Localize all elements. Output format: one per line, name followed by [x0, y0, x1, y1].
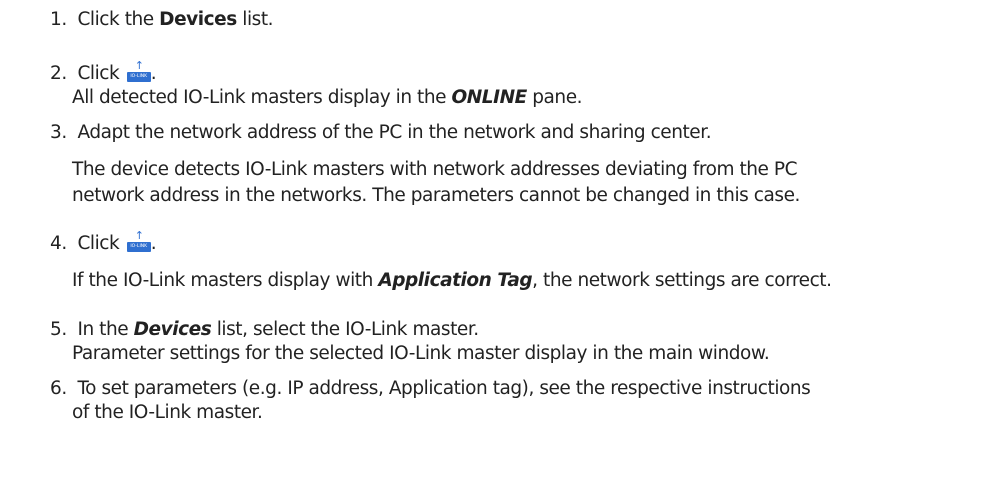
step-2: 2. Click ↑ IO-LINK. [50, 60, 157, 86]
instruction-document: 1. Click the Devices list. 2. Click ↑ IO-… [0, 0, 999, 480]
step-1: 1. Click the Devices list. [50, 8, 274, 32]
step-text: . [150, 63, 157, 84]
step-number: 5. [50, 319, 67, 340]
step-text: Click [77, 233, 125, 254]
step-number: 4. [50, 233, 67, 254]
step-text: Adapt the network address of the PC in t… [77, 122, 712, 143]
step-text: Click the [77, 9, 160, 30]
step-5-result: Parameter settings for the selected IO-L… [72, 343, 770, 364]
io-link-upload-icon: ↑ IO-LINK [126, 60, 151, 82]
step-5: 5. In the Devices list, select the IO-Li… [50, 318, 479, 342]
step-text: list, select the IO-Link master. [211, 319, 479, 340]
step-number: 3. [50, 122, 67, 143]
devices-list-term: Devices [133, 319, 212, 340]
step-3-note-line-2: network address in the networks. The par… [72, 185, 800, 206]
step-4-result: If the IO-Link masters display with Appl… [72, 270, 832, 291]
devices-term: Devices [159, 9, 237, 30]
step-3: 3. Adapt the network address of the PC i… [50, 121, 712, 145]
step-text: list. [236, 9, 274, 30]
step-text: To set parameters (e.g. IP address, Appl… [77, 378, 811, 399]
step-3-note-line-1: The device detects IO-Link masters with … [72, 159, 798, 180]
step-2-result: All detected IO-Link masters display in … [72, 87, 583, 108]
step-text: In the [77, 319, 134, 340]
step-number: 2. [50, 63, 67, 84]
step-6: 6. To set parameters (e.g. IP address, A… [50, 377, 811, 401]
step-4: 4. Click ↑ IO-LINK. [50, 230, 157, 256]
application-tag-term: Application Tag [378, 270, 533, 291]
online-pane-term: ONLINE [451, 87, 528, 108]
step-text: Click [77, 63, 125, 84]
step-number: 1. [50, 9, 67, 30]
io-link-upload-icon: ↑ IO-LINK [126, 230, 151, 252]
step-text: . [150, 233, 157, 254]
step-6-line-2: of the IO-Link master. [72, 402, 263, 423]
step-number: 6. [50, 378, 67, 399]
